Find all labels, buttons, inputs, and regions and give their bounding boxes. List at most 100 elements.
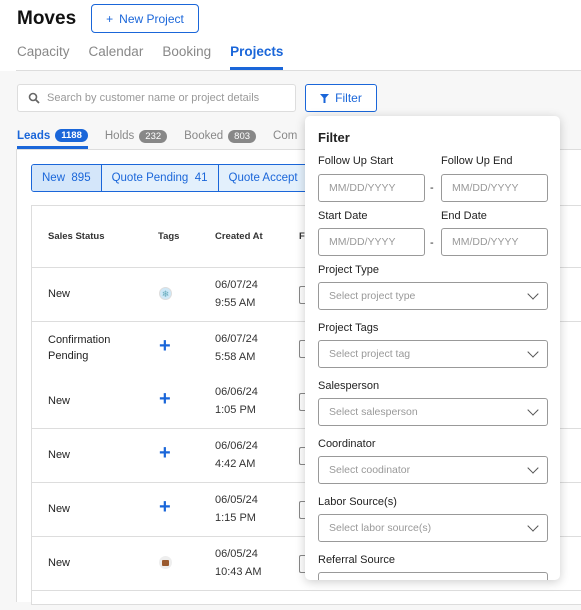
count-badge: 1188 bbox=[55, 129, 88, 142]
plus-icon: + bbox=[106, 11, 114, 26]
range-dash: - bbox=[430, 182, 434, 194]
filter-label: Filter bbox=[335, 91, 362, 105]
filter-select[interactable]: Select labor source(s) bbox=[318, 514, 548, 542]
status-filter-bar: New 895 Quote Pending 41 Quote Accept bbox=[31, 164, 321, 192]
add-tag-icon[interactable]: + bbox=[159, 388, 171, 410]
status-quote-pending[interactable]: Quote Pending 41 bbox=[102, 165, 219, 191]
status-label: Quote Pending bbox=[111, 172, 189, 184]
tab-booking[interactable]: Booking bbox=[162, 44, 211, 70]
start-date-label: Start Date bbox=[318, 210, 368, 222]
new-project-button[interactable]: + New Project bbox=[91, 4, 199, 33]
filter-select[interactable]: Select salesperson bbox=[318, 398, 548, 426]
page-title: Moves bbox=[17, 8, 77, 29]
tab-label: Booked bbox=[184, 130, 224, 142]
follow-up-start-label: Follow Up Start bbox=[318, 155, 394, 167]
created-time: 1:05 PM bbox=[215, 404, 256, 416]
status-count: 41 bbox=[194, 172, 208, 184]
filter-select[interactable]: Select coodinator bbox=[318, 456, 548, 484]
created-date: 06/07/24 bbox=[215, 333, 258, 345]
status-label: Quote Accept bbox=[228, 172, 298, 184]
created-time: 10:43 AM bbox=[215, 566, 262, 578]
end-date-input[interactable]: MM/DD/YYYY bbox=[441, 228, 548, 256]
select-label: Coordinator bbox=[318, 438, 376, 450]
filter-select[interactable] bbox=[318, 572, 548, 580]
created-date: 06/06/24 bbox=[215, 440, 258, 452]
tab-projects[interactable]: Projects bbox=[230, 44, 284, 70]
sales-status: New bbox=[48, 557, 71, 569]
table-row[interactable] bbox=[32, 590, 581, 610]
select-placeholder: Select project type bbox=[329, 290, 416, 302]
created-date: 06/05/24 bbox=[215, 548, 258, 560]
sales-status: New bbox=[48, 288, 71, 300]
count-badge: 232 bbox=[139, 129, 168, 143]
chevron-down-icon bbox=[527, 288, 539, 300]
header-partial[interactable]: F bbox=[299, 231, 305, 242]
created-at: 06/05/24 1:15 PM bbox=[215, 491, 258, 527]
new-project-label: New Project bbox=[119, 11, 184, 26]
add-tag-icon[interactable]: + bbox=[159, 442, 171, 464]
tab-label: Com bbox=[273, 130, 298, 142]
filter-icon bbox=[320, 93, 330, 103]
count-badge: 803 bbox=[228, 129, 257, 143]
chevron-down-icon bbox=[527, 346, 539, 358]
range-dash: - bbox=[430, 237, 434, 249]
sales-status: Confirmation Pending bbox=[48, 334, 111, 362]
chevron-down-icon bbox=[527, 462, 539, 474]
follow-up-end-input[interactable]: MM/DD/YYYY bbox=[441, 174, 548, 202]
created-date: 06/07/24 bbox=[215, 279, 258, 291]
add-tag-icon[interactable]: + bbox=[159, 335, 171, 357]
status-new[interactable]: New 895 bbox=[32, 165, 102, 191]
filter-select[interactable]: Select project tag bbox=[318, 340, 548, 368]
tab-label: Holds bbox=[104, 130, 135, 142]
select-label: Project Type bbox=[318, 264, 379, 276]
created-date: 06/05/24 bbox=[215, 494, 258, 506]
status-count: 895 bbox=[71, 172, 91, 184]
tab-label: Leads bbox=[17, 129, 51, 142]
tab-capacity[interactable]: Capacity bbox=[17, 44, 70, 70]
created-date: 06/06/24 bbox=[215, 386, 258, 398]
created-at: 06/07/24 5:58 AM bbox=[215, 330, 258, 366]
sales-status: New bbox=[48, 395, 71, 407]
chevron-down-icon bbox=[527, 520, 539, 532]
filter-popover: Filter Follow Up Start Follow Up End MM/… bbox=[305, 116, 560, 580]
sales-status: New bbox=[48, 449, 71, 461]
filter-button[interactable]: Filter bbox=[305, 84, 377, 112]
status-label: New bbox=[42, 172, 66, 184]
search-input[interactable]: Search by customer name or project detai… bbox=[17, 84, 296, 112]
header-sales-status[interactable]: Sales Status bbox=[48, 231, 105, 242]
select-placeholder: Select salesperson bbox=[329, 406, 418, 418]
created-time: 5:58 AM bbox=[215, 351, 256, 363]
start-date-input[interactable]: MM/DD/YYYY bbox=[318, 228, 425, 256]
created-at: 06/07/24 9:55 AM bbox=[215, 276, 258, 312]
select-label: Referral Source bbox=[318, 554, 396, 566]
header-tags[interactable]: Tags bbox=[158, 231, 179, 242]
chevron-down-icon bbox=[527, 404, 539, 416]
sales-status: New bbox=[48, 503, 71, 515]
select-placeholder: Select coodinator bbox=[329, 464, 411, 476]
created-at: 06/06/24 4:42 AM bbox=[215, 437, 258, 473]
created-time: 9:55 AM bbox=[215, 297, 256, 309]
created-time: 1:15 PM bbox=[215, 512, 256, 524]
tab-booked[interactable]: Booked 803 bbox=[184, 125, 257, 147]
end-date-label: End Date bbox=[441, 210, 487, 222]
header-created-at[interactable]: Created At bbox=[215, 231, 263, 242]
status-quote-accepted[interactable]: Quote Accept bbox=[219, 165, 309, 191]
created-at: 06/06/24 1:05 PM bbox=[215, 383, 258, 419]
header: Moves + New Project Capacity Calendar Boo… bbox=[0, 0, 581, 71]
tab-calendar[interactable]: Calendar bbox=[89, 44, 144, 70]
main-nav: Capacity Calendar Booking Projects bbox=[17, 44, 284, 70]
created-at: 06/05/24 10:43 AM bbox=[215, 545, 261, 581]
search-icon bbox=[28, 92, 40, 104]
follow-up-start-input[interactable]: MM/DD/YYYY bbox=[318, 174, 425, 202]
select-placeholder: Select labor source(s) bbox=[329, 522, 432, 534]
follow-up-end-label: Follow Up End bbox=[441, 155, 513, 167]
tab-leads[interactable]: Leads 1188 bbox=[17, 125, 88, 149]
tab-holds[interactable]: Holds 232 bbox=[104, 125, 168, 147]
select-label: Labor Source(s) bbox=[318, 496, 397, 508]
filter-select[interactable]: Select project type bbox=[318, 282, 548, 310]
tab-completed[interactable]: Com bbox=[273, 125, 297, 147]
select-placeholder: Select project tag bbox=[329, 348, 411, 360]
bag-tag-icon bbox=[159, 556, 172, 569]
select-label: Salesperson bbox=[318, 380, 380, 392]
add-tag-icon[interactable]: + bbox=[159, 496, 171, 518]
